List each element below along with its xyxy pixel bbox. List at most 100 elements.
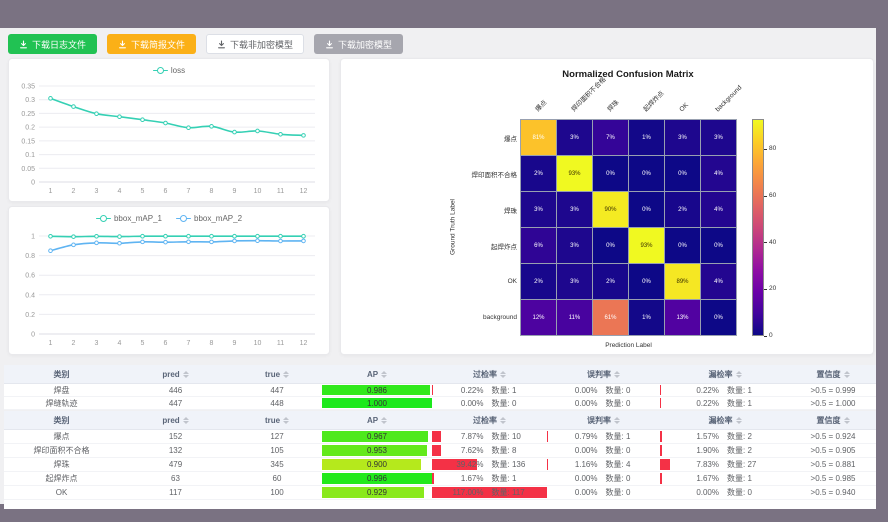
category-label: OK bbox=[56, 488, 68, 497]
colorbar-tick-label: 60 bbox=[769, 192, 776, 200]
sort-caret-icon[interactable] bbox=[500, 417, 506, 424]
cell-true: 345 bbox=[232, 458, 322, 471]
rate-bar bbox=[660, 385, 661, 395]
download-log-label: 下载日志文件 bbox=[32, 38, 86, 51]
cell-ap: 0.929 bbox=[322, 486, 432, 499]
column-header-label: true bbox=[265, 416, 280, 425]
loss-chart: 00.050.10.150.20.250.30.3512345678910111… bbox=[9, 78, 329, 200]
cm-cell: 93% bbox=[629, 228, 664, 263]
column-header-置信度[interactable]: 置信度 bbox=[790, 365, 876, 383]
cm-cell: 3% bbox=[701, 120, 736, 155]
pred-value: 152 bbox=[169, 432, 182, 441]
table-row: 焊缝轨迹4474481.0000.00%数量: 00.00%数量: 00.22%… bbox=[4, 397, 876, 410]
table-row: OK1171000.929117.00%数量: 1170.00%数量: 00.0… bbox=[4, 486, 876, 500]
sort-caret-icon[interactable] bbox=[614, 371, 620, 378]
table-row: 爆点1521270.9677.87%数量: 100.79%数量: 11.57%数… bbox=[4, 430, 876, 444]
cell-overkill-rate: 1.67%数量: 1 bbox=[432, 472, 547, 485]
rate-count: 数量: 117 bbox=[492, 487, 532, 498]
svg-text:2: 2 bbox=[72, 188, 76, 195]
download-unencrypted-model-label: 下载非加密模型 bbox=[230, 38, 293, 51]
column-header-类别: 类别 bbox=[4, 365, 119, 383]
legend-item-loss[interactable]: loss bbox=[153, 66, 185, 75]
cm-cell: 4% bbox=[701, 264, 736, 299]
cm-col-tick-label: 焊珠 bbox=[606, 99, 621, 114]
legend-item-bbox_mAP_1[interactable]: bbox_mAP_1 bbox=[96, 214, 162, 223]
rate-percent: 39.42% bbox=[448, 460, 484, 469]
rate-bar bbox=[660, 431, 662, 442]
column-header-AP[interactable]: AP bbox=[322, 411, 432, 429]
download-encrypted-model-button[interactable]: 下载加密模型 bbox=[314, 34, 403, 54]
column-header-过检率[interactable]: 过检率 bbox=[432, 365, 547, 383]
sort-caret-icon[interactable] bbox=[844, 417, 850, 424]
column-header-误判率[interactable]: 误判率 bbox=[547, 411, 660, 429]
svg-text:1: 1 bbox=[31, 234, 35, 241]
cm-col-tick-label: background bbox=[714, 84, 744, 114]
rate-percent: 7.62% bbox=[448, 446, 484, 455]
svg-text:0: 0 bbox=[31, 180, 35, 187]
loss-chart-panel: loss 00.050.10.150.20.250.30.35123456789… bbox=[8, 58, 330, 202]
column-header-label: 置信度 bbox=[817, 415, 841, 426]
rate-percent: 0.22% bbox=[683, 386, 719, 395]
sort-caret-icon[interactable] bbox=[844, 371, 850, 378]
column-header-pred[interactable]: pred bbox=[119, 411, 232, 429]
rate-bar bbox=[547, 431, 548, 442]
cell-confidence: >0.5 = 0.905 bbox=[790, 444, 876, 457]
cm-cell: 2% bbox=[521, 264, 556, 299]
table-row: 焊印面积不合格1321050.9537.62%数量: 80.00%数量: 01.… bbox=[4, 444, 876, 458]
svg-text:0.2: 0.2 bbox=[25, 125, 35, 132]
rate-bar bbox=[432, 445, 441, 456]
column-header-label: 误判率 bbox=[587, 415, 611, 426]
cm-cell: 13% bbox=[665, 300, 700, 335]
column-header-true[interactable]: true bbox=[232, 411, 322, 429]
svg-text:0.4: 0.4 bbox=[25, 292, 35, 299]
svg-text:4: 4 bbox=[118, 188, 122, 195]
legend-item-bbox_mAP_2[interactable]: bbox_mAP_2 bbox=[176, 214, 242, 223]
sort-caret-icon[interactable] bbox=[500, 371, 506, 378]
rate-bar bbox=[547, 459, 548, 470]
column-header-label: 置信度 bbox=[817, 369, 841, 380]
column-header-AP[interactable]: AP bbox=[322, 365, 432, 383]
column-header-label: pred bbox=[162, 370, 179, 379]
ap-value: 1.000 bbox=[367, 399, 387, 408]
rate-percent: 0.00% bbox=[562, 386, 598, 395]
column-header-误判率[interactable]: 误判率 bbox=[547, 365, 660, 383]
download-log-button[interactable]: 下载日志文件 bbox=[8, 34, 97, 54]
cell-ap: 0.900 bbox=[322, 458, 432, 471]
rate-count: 数量: 1 bbox=[492, 473, 532, 484]
column-header-pred[interactable]: pred bbox=[119, 365, 232, 383]
sort-caret-icon[interactable] bbox=[614, 417, 620, 424]
sort-caret-icon[interactable] bbox=[381, 417, 387, 424]
cm-cell: 1% bbox=[629, 120, 664, 155]
column-header-漏检率[interactable]: 漏检率 bbox=[660, 411, 790, 429]
column-header-label: 类别 bbox=[54, 369, 70, 380]
sort-caret-icon[interactable] bbox=[183, 371, 189, 378]
cell-overkill-rate: 0.22%数量: 1 bbox=[432, 384, 547, 396]
svg-text:0.3: 0.3 bbox=[25, 97, 35, 104]
sort-caret-icon[interactable] bbox=[381, 371, 387, 378]
column-header-置信度[interactable]: 置信度 bbox=[790, 411, 876, 429]
column-header-漏检率[interactable]: 漏检率 bbox=[660, 365, 790, 383]
category-label: 爆点 bbox=[54, 431, 70, 442]
svg-text:12: 12 bbox=[300, 340, 308, 347]
colorbar-tick-label: 20 bbox=[769, 285, 776, 293]
download-unencrypted-model-button[interactable]: 下载非加密模型 bbox=[206, 34, 304, 54]
svg-text:2: 2 bbox=[72, 340, 76, 347]
rate-count: 数量: 0 bbox=[606, 487, 646, 498]
cell-true: 60 bbox=[232, 472, 322, 485]
pred-value: 63 bbox=[171, 474, 180, 483]
column-header-过检率[interactable]: 过检率 bbox=[432, 411, 547, 429]
svg-text:11: 11 bbox=[277, 340, 284, 347]
sort-caret-icon[interactable] bbox=[736, 371, 742, 378]
download-report-button[interactable]: 下载简报文件 bbox=[107, 34, 196, 54]
sort-caret-icon[interactable] bbox=[736, 417, 742, 424]
sort-caret-icon[interactable] bbox=[283, 417, 289, 424]
column-header-true[interactable]: true bbox=[232, 365, 322, 383]
colorbar-tick-mark bbox=[764, 242, 767, 243]
cell-miss-rate: 1.90%数量: 2 bbox=[660, 444, 790, 457]
column-header-label: 漏检率 bbox=[709, 369, 733, 380]
svg-text:1: 1 bbox=[49, 340, 53, 347]
ap-value: 0.967 bbox=[367, 432, 387, 441]
sort-caret-icon[interactable] bbox=[183, 417, 189, 424]
cell-miss-rate: 1.67%数量: 1 bbox=[660, 472, 790, 485]
sort-caret-icon[interactable] bbox=[283, 371, 289, 378]
